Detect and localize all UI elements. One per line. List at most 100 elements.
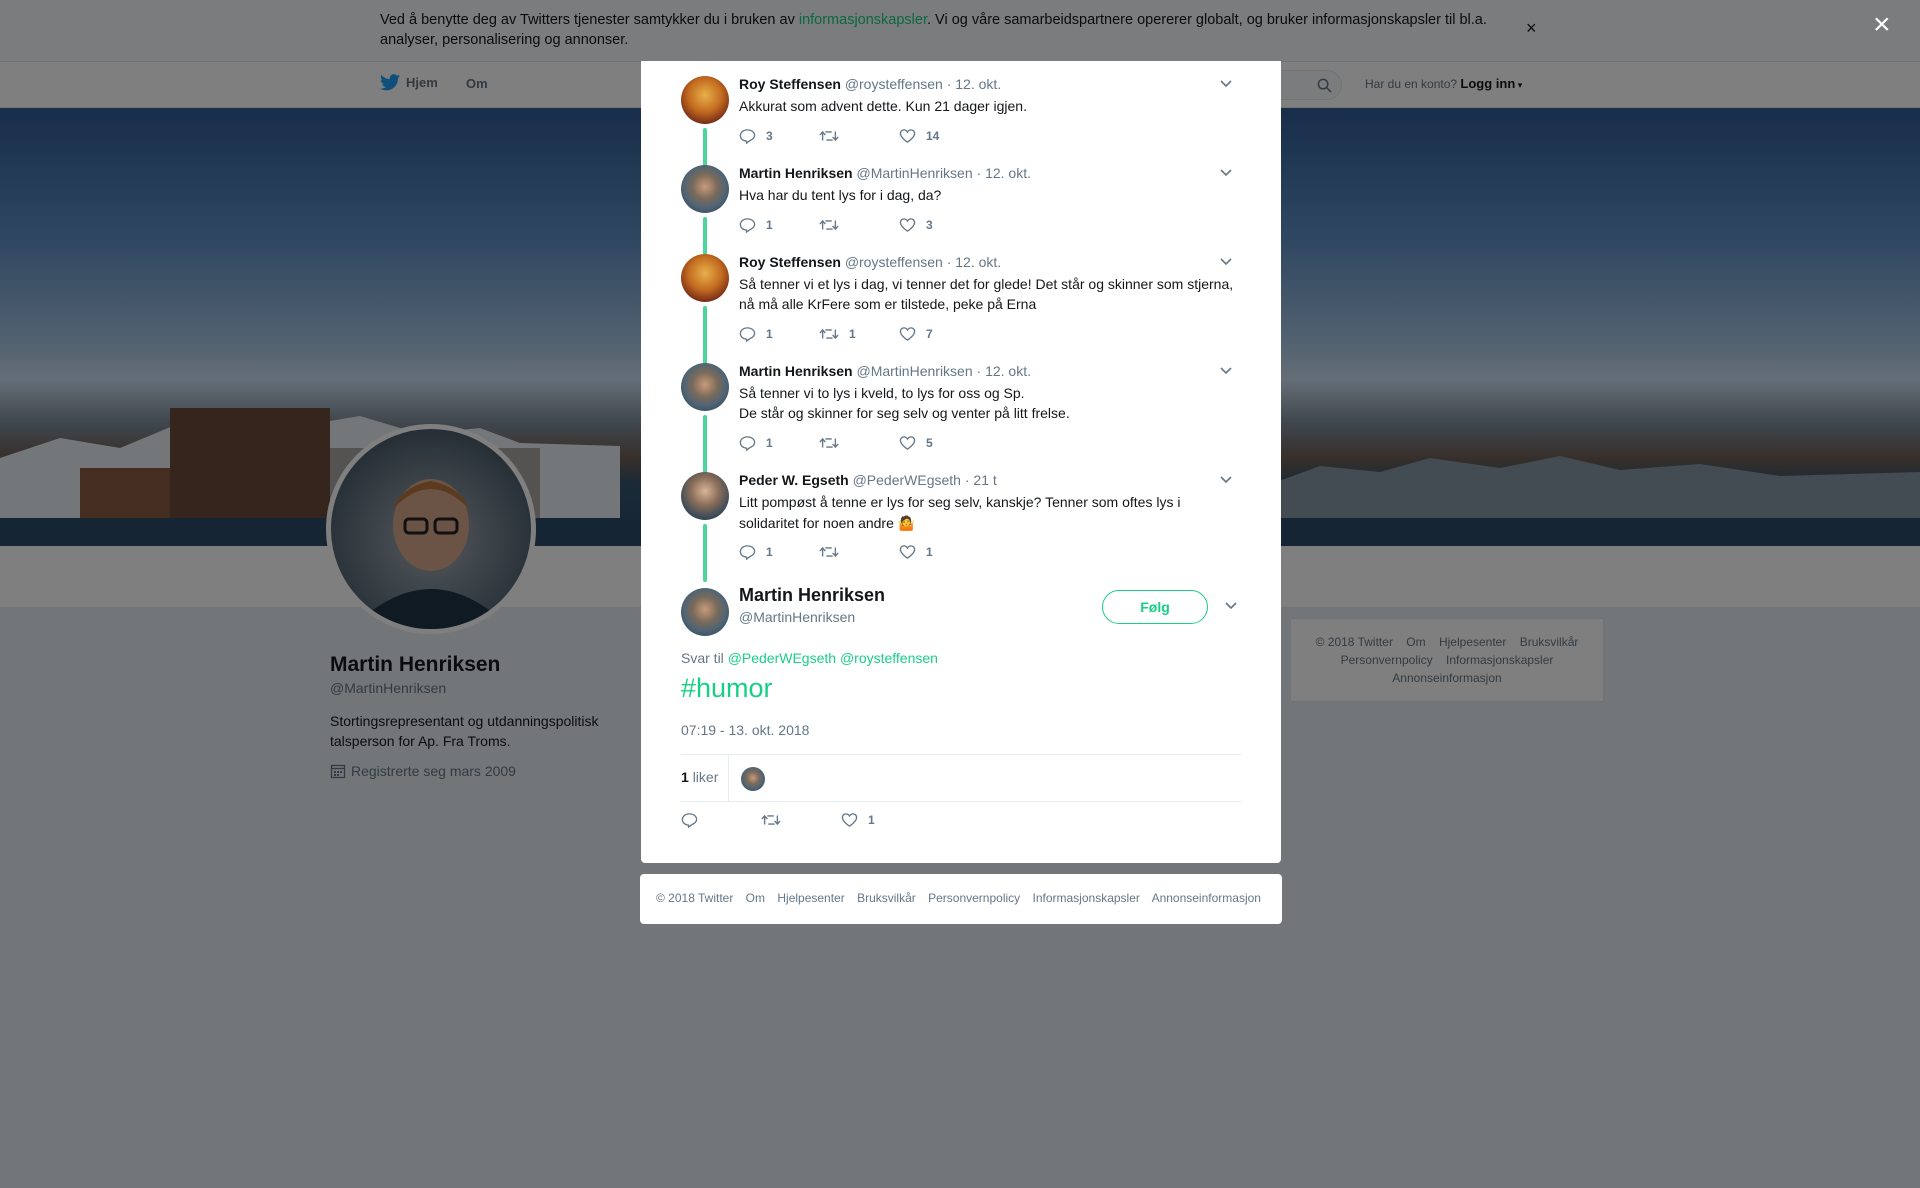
reply-button[interactable]: 3 — [739, 126, 819, 146]
tweet-actions: 3 14 — [739, 126, 979, 146]
reply-button[interactable]: 1 — [739, 215, 819, 235]
avatar[interactable] — [681, 588, 729, 636]
thread-connector-line — [703, 415, 707, 475]
avatar[interactable] — [681, 165, 729, 213]
reply-count: 3 — [766, 129, 773, 143]
hashtag-link[interactable]: #humor — [681, 673, 773, 704]
footer-link-privacy[interactable]: Personvernpolicy — [928, 891, 1020, 905]
like-button[interactable]: 3 — [899, 215, 979, 235]
footer-copyright: © 2018 Twitter — [656, 891, 734, 905]
likes-label: liker — [692, 769, 719, 785]
tweet-text: Akkurat som advent dette. Kun 21 dager i… — [739, 98, 1027, 114]
tweet-actions: 1 5 — [739, 433, 979, 453]
close-icon[interactable]: × — [1873, 10, 1891, 40]
tweet-header: Martin Henriksen @MartinHenriksen · 12. … — [739, 363, 1031, 379]
footer-link-help[interactable]: Hjelpesenter — [777, 891, 844, 905]
avatar[interactable] — [681, 363, 729, 411]
tweet-text: Så tenner vi et lys i dag, vi tenner det… — [739, 276, 1234, 312]
like-button[interactable]: 1 — [841, 812, 921, 828]
footer-link-about[interactable]: Om — [746, 891, 765, 905]
follow-button[interactable]: Følg — [1102, 590, 1208, 624]
thread-connector-line — [703, 524, 707, 582]
footer-link-terms[interactable]: Bruksvilkår — [857, 891, 916, 905]
tweet-author-handle[interactable]: @roysteffensen — [845, 76, 943, 92]
like-count: 1 — [926, 545, 933, 559]
tweet-author-name[interactable]: Martin Henriksen — [739, 363, 853, 379]
chevron-down-icon[interactable] — [1219, 474, 1233, 484]
tweet-timestamp[interactable]: · 12. okt. — [947, 254, 1001, 270]
reply-count: 1 — [766, 545, 773, 559]
tweet-timestamp[interactable]: · 12. okt. — [977, 165, 1031, 181]
main-tweet-author-name[interactable]: Martin Henriksen — [739, 585, 885, 606]
tweet-author-name[interactable]: Roy Steffensen — [739, 254, 841, 270]
tweet-author-name[interactable]: Martin Henriksen — [739, 165, 853, 181]
retweet-button[interactable] — [819, 215, 899, 235]
tweet-text-line: Så tenner vi to lys i kveld, to lys for … — [739, 385, 1025, 401]
avatar[interactable] — [681, 76, 729, 124]
like-button[interactable]: 14 — [899, 126, 979, 146]
footer-link-cookies[interactable]: Informasjonskapsler — [1033, 891, 1140, 905]
retweet-button[interactable] — [819, 126, 899, 146]
retweet-button[interactable]: 1 — [819, 324, 899, 344]
tweet-author-handle[interactable]: @MartinHenriksen — [856, 165, 972, 181]
like-count: 1 — [868, 813, 875, 827]
footer-link-ads[interactable]: Annonseinformasjon — [1152, 891, 1261, 905]
thread-tweet[interactable]: Martin Henriksen @MartinHenriksen · 12. … — [681, 165, 1241, 257]
thread-connector-line — [703, 306, 707, 366]
chevron-down-icon[interactable] — [1224, 600, 1238, 610]
reply-button[interactable]: 1 — [739, 324, 819, 344]
avatar[interactable] — [681, 472, 729, 520]
retweet-button[interactable] — [819, 433, 899, 453]
heart-icon — [899, 218, 916, 232]
reply-count: 1 — [766, 436, 773, 450]
reply-button[interactable] — [681, 812, 761, 828]
tweet-author-handle[interactable]: @roysteffensen — [845, 254, 943, 270]
tweet-author-handle[interactable]: @MartinHenriksen — [856, 363, 972, 379]
chevron-down-icon[interactable] — [1219, 365, 1233, 375]
likes-stat[interactable]: 1 liker — [681, 769, 718, 785]
tweet-header: Peder W. Egseth @PederWEgseth · 21 t — [739, 472, 997, 488]
main-tweet-timestamp[interactable]: 07:19 - 13. okt. 2018 — [681, 722, 809, 738]
retweet-icon — [819, 219, 839, 231]
reply-icon — [739, 327, 756, 342]
likes-count: 1 — [681, 769, 689, 785]
retweet-icon — [761, 814, 781, 826]
retweet-button[interactable] — [819, 542, 899, 562]
retweet-button[interactable] — [761, 812, 841, 828]
like-button[interactable]: 7 — [899, 324, 979, 344]
retweet-icon — [819, 328, 839, 340]
thread-tweet[interactable]: Roy Steffensen @roysteffensen · 12. okt.… — [681, 76, 1241, 168]
avatar[interactable] — [681, 254, 729, 302]
thread-tweet[interactable]: Martin Henriksen @MartinHenriksen · 12. … — [681, 363, 1241, 475]
chevron-down-icon[interactable] — [1219, 256, 1233, 266]
reply-button[interactable]: 1 — [739, 542, 819, 562]
tweet-author-handle[interactable]: @PederWEgseth — [853, 472, 961, 488]
liker-avatar[interactable] — [741, 767, 765, 791]
tweet-timestamp[interactable]: · 12. okt. — [977, 363, 1031, 379]
tweet-header: Roy Steffensen @roysteffensen · 12. okt. — [739, 254, 1001, 270]
thread-tweet[interactable]: Peder W. Egseth @PederWEgseth · 21 t Lit… — [681, 472, 1241, 582]
like-button[interactable]: 5 — [899, 433, 979, 453]
tweet-actions: 1 3 — [739, 215, 979, 235]
retweet-count: 1 — [849, 327, 856, 341]
thread-tweet[interactable]: Roy Steffensen @roysteffensen · 12. okt.… — [681, 254, 1241, 366]
tweet-permalink-modal: Roy Steffensen @roysteffensen · 12. okt.… — [641, 61, 1281, 863]
tweet-timestamp[interactable]: · 21 t — [965, 472, 997, 488]
reply-prefix: Svar til — [681, 650, 724, 666]
chevron-down-icon[interactable] — [1219, 78, 1233, 88]
reply-icon — [739, 129, 756, 144]
chevron-down-icon[interactable] — [1219, 167, 1233, 177]
tweet-timestamp[interactable]: · 12. okt. — [947, 76, 1001, 92]
tweet-header: Martin Henriksen @MartinHenriksen · 12. … — [739, 165, 1031, 181]
reply-mentions-link[interactable]: @PederWEgseth @roysteffensen — [728, 650, 938, 666]
retweet-icon — [819, 546, 839, 558]
stats-divider — [728, 755, 729, 801]
main-tweet-author-handle[interactable]: @MartinHenriksen — [739, 609, 855, 625]
heart-icon — [841, 813, 858, 827]
tweet-text: Litt pompøst å tenne er lys for seg selv… — [739, 494, 1181, 531]
tweet-author-name[interactable]: Peder W. Egseth — [739, 472, 849, 488]
tweet-author-name[interactable]: Roy Steffensen — [739, 76, 841, 92]
reply-button[interactable]: 1 — [739, 433, 819, 453]
reply-icon — [739, 545, 756, 560]
like-button[interactable]: 1 — [899, 542, 979, 562]
